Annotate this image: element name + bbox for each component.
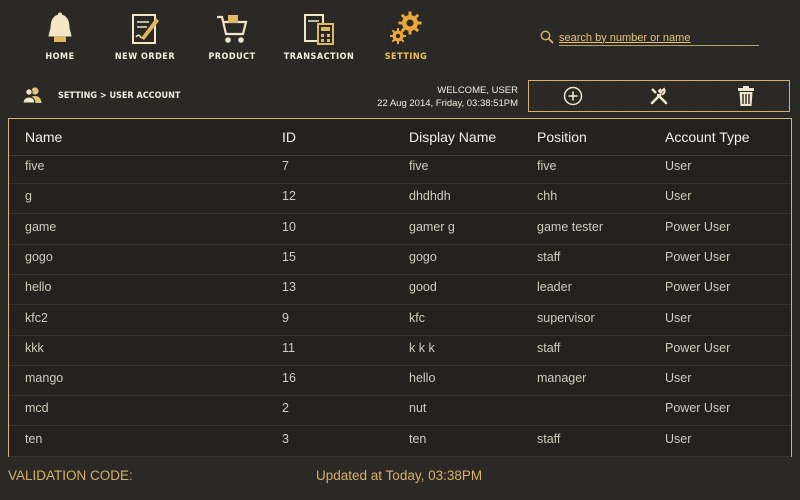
search-bar bbox=[540, 30, 760, 46]
table-cell-display-name: dhdhdh bbox=[409, 189, 451, 204]
table-cell-id: 11 bbox=[282, 340, 295, 355]
welcome-datetime: 22 Aug 2014, Friday, 03:38:51PM bbox=[377, 98, 518, 109]
gear-icon bbox=[361, 10, 451, 46]
table-cell-id: 3 bbox=[282, 431, 289, 446]
table-cell-name: g bbox=[25, 189, 32, 204]
table-row[interactable]: kkk 11 k k k staff Power User bbox=[9, 335, 791, 366]
nav-home[interactable]: HOME bbox=[15, 10, 105, 62]
col-header-account-type[interactable]: Account Type bbox=[665, 129, 750, 145]
updated-status: Updated at Today, 03:38PM bbox=[316, 468, 483, 483]
table-cell-id: 12 bbox=[282, 189, 296, 204]
table-row[interactable]: gogo 15 gogo staff Power User bbox=[9, 244, 791, 275]
home-bell-icon bbox=[15, 10, 105, 46]
table-cell-account-type: User bbox=[665, 371, 692, 386]
nav-product-label: PRODUCT bbox=[208, 52, 256, 62]
col-header-position[interactable]: Position bbox=[537, 129, 587, 145]
cart-icon bbox=[187, 10, 277, 46]
search-icon[interactable] bbox=[540, 30, 554, 49]
table-cell-position: five bbox=[537, 159, 557, 173]
table-cell-position: manager bbox=[537, 371, 587, 386]
search-input[interactable] bbox=[559, 30, 759, 46]
table-row[interactable]: g 12 dhdhdh chh User bbox=[9, 183, 791, 215]
nav-setting-label: SETTING bbox=[384, 52, 428, 62]
table-row[interactable]: mcd 2 nut Power User bbox=[9, 395, 791, 427]
nav-new-order-label: NEW ORDER bbox=[114, 52, 176, 62]
table-cell-account-type: Power User bbox=[665, 340, 731, 355]
table-cell-display-name: gogo bbox=[409, 249, 437, 264]
table-cell-name: gogo bbox=[25, 249, 53, 264]
edit-button[interactable] bbox=[648, 85, 670, 107]
table-row[interactable]: kfc2 9 kfc supervisor User bbox=[9, 305, 791, 336]
nav-transaction-label: TRANSACTION bbox=[283, 52, 355, 62]
nav-transaction[interactable]: TRANSACTION bbox=[274, 10, 364, 62]
table-cell-name: five bbox=[25, 159, 45, 173]
table-cell-id: 10 bbox=[282, 219, 296, 234]
breadcrumb-text: SETTING > USER ACCOUNT bbox=[58, 91, 181, 101]
table-cell-account-type: User bbox=[665, 189, 692, 204]
col-header-name[interactable]: Name bbox=[25, 129, 62, 145]
add-button[interactable] bbox=[562, 85, 584, 107]
table-cell-account-type: Power User bbox=[665, 219, 731, 234]
welcome-info: WELCOME, USER 22 Aug 2014, Friday, 03:38… bbox=[377, 84, 518, 110]
nav-setting[interactable]: SETTING bbox=[361, 10, 451, 62]
delete-button[interactable] bbox=[735, 85, 757, 107]
table-cell-account-type: User bbox=[665, 431, 692, 446]
tools-icon bbox=[650, 87, 668, 105]
add-icon bbox=[563, 86, 583, 106]
table-cell-display-name: kfc bbox=[409, 310, 425, 325]
table-cell-id: 13 bbox=[282, 280, 296, 295]
table-cell-name: mango bbox=[25, 371, 64, 386]
table-cell-display-name: good bbox=[409, 280, 437, 295]
table-row[interactable]: five 7 five five User bbox=[9, 153, 791, 184]
table-cell-name: game bbox=[25, 219, 57, 234]
table-cell-position: chh bbox=[537, 189, 558, 204]
main-nav: HOME NEW ORDER PRODUCT TRANSACTION SETTI… bbox=[0, 0, 500, 70]
table-row[interactable]: game 10 gamer g game tester Power User bbox=[9, 214, 791, 245]
table-cell-name: kfc2 bbox=[25, 310, 48, 325]
col-header-display-name[interactable]: Display Name bbox=[409, 129, 496, 145]
welcome-greeting: WELCOME, USER bbox=[437, 85, 518, 96]
table-cell-id: 15 bbox=[282, 249, 296, 264]
calculator-icon bbox=[274, 10, 364, 46]
user-accounts-table: Name ID Display Name Position Account Ty… bbox=[8, 118, 792, 457]
table-cell-account-type: Power User bbox=[665, 401, 731, 416]
table-cell-position: staff bbox=[537, 340, 561, 355]
table-cell-position: game tester bbox=[537, 219, 604, 234]
table-cell-name: hello bbox=[25, 280, 52, 295]
table-cell-position: leader bbox=[537, 280, 572, 295]
table-cell-display-name: five bbox=[409, 159, 429, 173]
table-cell-display-name: nut bbox=[409, 401, 427, 416]
table-cell-display-name: k k k bbox=[409, 340, 435, 355]
table-cell-display-name: gamer g bbox=[409, 219, 455, 234]
table-cell-position: staff bbox=[537, 431, 561, 446]
table-cell-id: 7 bbox=[282, 159, 289, 173]
table-cell-id: 16 bbox=[282, 371, 296, 386]
trash-icon bbox=[738, 86, 754, 106]
table-cell-display-name: hello bbox=[409, 371, 436, 386]
nav-product[interactable]: PRODUCT bbox=[187, 10, 277, 62]
table-cell-position: staff bbox=[537, 249, 561, 264]
nav-new-order[interactable]: NEW ORDER bbox=[100, 10, 190, 62]
table-cell-name: kkk bbox=[25, 340, 44, 355]
action-toolbar bbox=[528, 80, 790, 112]
table-row[interactable]: hello 13 good leader Power User bbox=[9, 274, 791, 306]
col-header-id[interactable]: ID bbox=[282, 129, 296, 145]
table-cell-id: 2 bbox=[282, 401, 289, 416]
nav-home-label: HOME bbox=[45, 52, 75, 62]
table-cell-name: mcd bbox=[25, 401, 49, 416]
table-cell-display-name: ten bbox=[409, 431, 427, 446]
table-row[interactable]: ten 3 ten staff User bbox=[9, 426, 791, 457]
table-cell-position: supervisor bbox=[537, 310, 595, 325]
table-header: Name ID Display Name Position Account Ty… bbox=[9, 119, 791, 156]
validation-code-label: VALIDATION CODE: bbox=[8, 468, 133, 483]
table-row[interactable]: mango 16 hello manager User bbox=[9, 365, 791, 397]
table-cell-account-type: User bbox=[665, 159, 692, 173]
table-cell-account-type: Power User bbox=[665, 249, 731, 264]
new-order-icon bbox=[100, 10, 190, 46]
users-icon bbox=[22, 86, 44, 109]
table-cell-name: ten bbox=[25, 431, 43, 446]
table-cell-id: 9 bbox=[282, 310, 289, 325]
table-cell-account-type: User bbox=[665, 310, 692, 325]
table-cell-account-type: Power User bbox=[665, 280, 731, 295]
